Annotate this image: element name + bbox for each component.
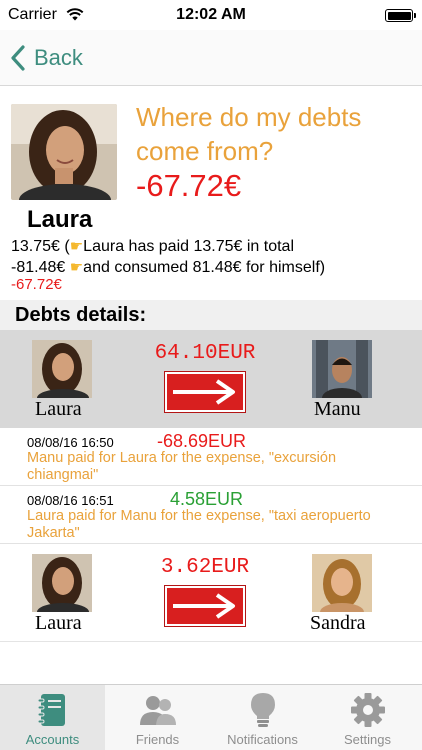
expense-amount: 4.58EUR [170, 489, 244, 509]
summary-balance: -67.72€ [11, 276, 62, 293]
expense-item[interactable]: 08/08/16 16:50 -68.69EUR Manu paid for L… [0, 430, 422, 486]
tab-label: Accounts [25, 732, 80, 747]
arrow-right-icon[interactable] [165, 372, 245, 412]
arrow-right-icon[interactable] [165, 586, 245, 626]
gear-icon [351, 693, 385, 727]
status-time: 12:02 AM [176, 6, 246, 23]
debt-row[interactable]: Laura 64.10EUR Manu [0, 330, 422, 428]
expense-description: Manu paid for Laura for the expense, "ex… [27, 450, 337, 483]
pointing-hand-icon: ☛ [69, 258, 84, 276]
section-title: Debts details: [15, 304, 147, 326]
debt-row[interactable]: Laura 3.62EUR Sandra [0, 544, 422, 642]
tab-accounts[interactable]: Accounts [0, 685, 105, 750]
chevron-left-icon [11, 45, 25, 71]
expense-date: 08/08/16 16:50 [27, 435, 114, 450]
battery-icon [385, 9, 416, 22]
expense-date: 08/08/16 16:51 [27, 493, 114, 508]
navigation-bar: Back [0, 30, 422, 86]
debt-amount: 3.62EUR [160, 556, 250, 579]
expense-description: Laura paid for Manu for the expense, "ta… [27, 508, 371, 541]
debtor-name: Laura [35, 612, 82, 634]
tab-label: Settings [344, 732, 391, 747]
back-label: Back [34, 45, 83, 70]
pointing-hand-icon: ☛ [69, 237, 84, 255]
consumed-description: and consumed 81.48€ for himself) [83, 259, 326, 276]
creditor-avatar [312, 340, 372, 398]
debtor-avatar [32, 340, 92, 398]
expense-item[interactable]: 08/08/16 16:51 4.58EUR Laura paid for Ma… [0, 488, 422, 544]
tab-label: Friends [135, 732, 180, 747]
lightbulb-icon [251, 693, 275, 727]
debts-section-header: Debts details: [0, 300, 422, 330]
tab-notifications[interactable]: Notifications [210, 685, 315, 750]
status-bar: Carrier 12:02 AM [0, 0, 422, 30]
tab-friends[interactable]: Friends [105, 685, 210, 750]
people-icon [140, 696, 176, 725]
debtor-name: Laura [35, 398, 82, 420]
summary-consumed-line: -81.48€ ☛and consumed 81.48€ for himself… [11, 257, 325, 278]
tab-bar: Accounts Friends Notifications Settings [0, 684, 422, 750]
page-headline: Where do my debts come from? [136, 102, 362, 166]
debt-amount: 64.10EUR [154, 342, 256, 365]
summary-paid-line: 13.75€ (☛Laura has paid 13.75€ in total [11, 236, 294, 257]
tab-label: Notifications [227, 732, 298, 747]
paid-description: Laura has paid 13.75€ in total [83, 238, 294, 255]
creditor-avatar [312, 554, 372, 612]
tab-settings[interactable]: Settings [315, 685, 420, 750]
debtor-avatar [32, 554, 92, 612]
profile-photo [11, 104, 117, 200]
person-name: Laura [27, 206, 93, 233]
expense-amount: -68.69EUR [157, 431, 247, 451]
total-debt-amount: -67.72€ [136, 168, 242, 203]
paid-amount: 13.75€ [11, 238, 60, 255]
notebook-icon [37, 694, 65, 726]
back-button[interactable]: Back [10, 40, 83, 76]
creditor-name: Manu [314, 398, 361, 420]
creditor-name: Sandra [310, 612, 366, 634]
consumed-amount: -81.48€ [11, 259, 66, 276]
